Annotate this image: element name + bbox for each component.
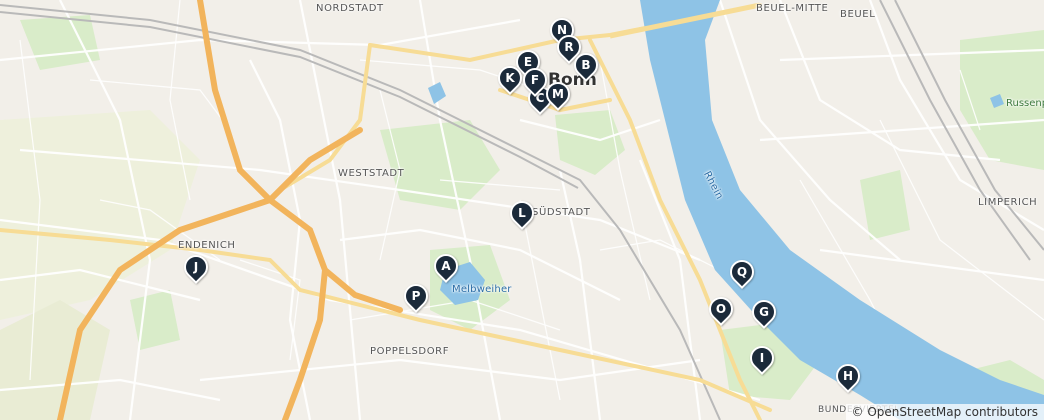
map-view[interactable]: NORDSTADT BEUEL-MITTE BEUEL Bonn WESTSTA… [0, 0, 1044, 420]
map-marker-p[interactable]: P [399, 279, 433, 318]
map-marker-g[interactable]: G [747, 295, 781, 334]
district-label-beuel-mitte: BEUEL-MITTE [756, 3, 829, 14]
marker-letter: Q [736, 265, 748, 279]
district-label-weststadt: WESTSTADT [338, 168, 405, 179]
map-marker-j[interactable]: J [179, 250, 213, 289]
map-marker-h[interactable]: H [831, 359, 865, 398]
district-label-poppelsdorf: POPPELSDORF [370, 346, 450, 357]
marker-letter: H [842, 369, 854, 383]
marker-letter: A [441, 259, 451, 273]
map-marker-m[interactable]: M [541, 77, 575, 116]
marker-letter: I [759, 351, 765, 365]
marker-letter: L [518, 206, 526, 220]
map-marker-q[interactable]: Q [725, 255, 759, 294]
district-label-suedstadt: SÜDSTADT [532, 207, 591, 218]
marker-letter: G [759, 305, 769, 319]
marker-letter: J [193, 260, 199, 274]
map-marker-b[interactable]: B [569, 48, 603, 87]
marker-letter: O [715, 302, 727, 316]
map-marker-k[interactable]: K [493, 61, 527, 100]
map-attribution[interactable]: © OpenStreetMap contributors [845, 404, 1044, 420]
district-label-nordstadt: NORDSTADT [316, 3, 384, 14]
park-label-russenpark: Russenp [1006, 98, 1044, 109]
map-marker-l[interactable]: L [505, 196, 539, 235]
district-label-beuel: BEUEL [840, 9, 876, 20]
district-label-endenich: ENDENICH [178, 240, 236, 251]
map-marker-i[interactable]: I [745, 341, 779, 380]
marker-letter: K [505, 71, 515, 85]
marker-letter: M [552, 87, 564, 101]
map-marker-a[interactable]: A [429, 249, 463, 288]
marker-letter: B [581, 58, 591, 72]
map-marker-o[interactable]: O [704, 292, 738, 331]
marker-letter: P [411, 289, 421, 303]
water-label-melbweiher: Melbweiher [452, 284, 512, 295]
district-label-limperich: LIMPERICH [978, 197, 1038, 208]
